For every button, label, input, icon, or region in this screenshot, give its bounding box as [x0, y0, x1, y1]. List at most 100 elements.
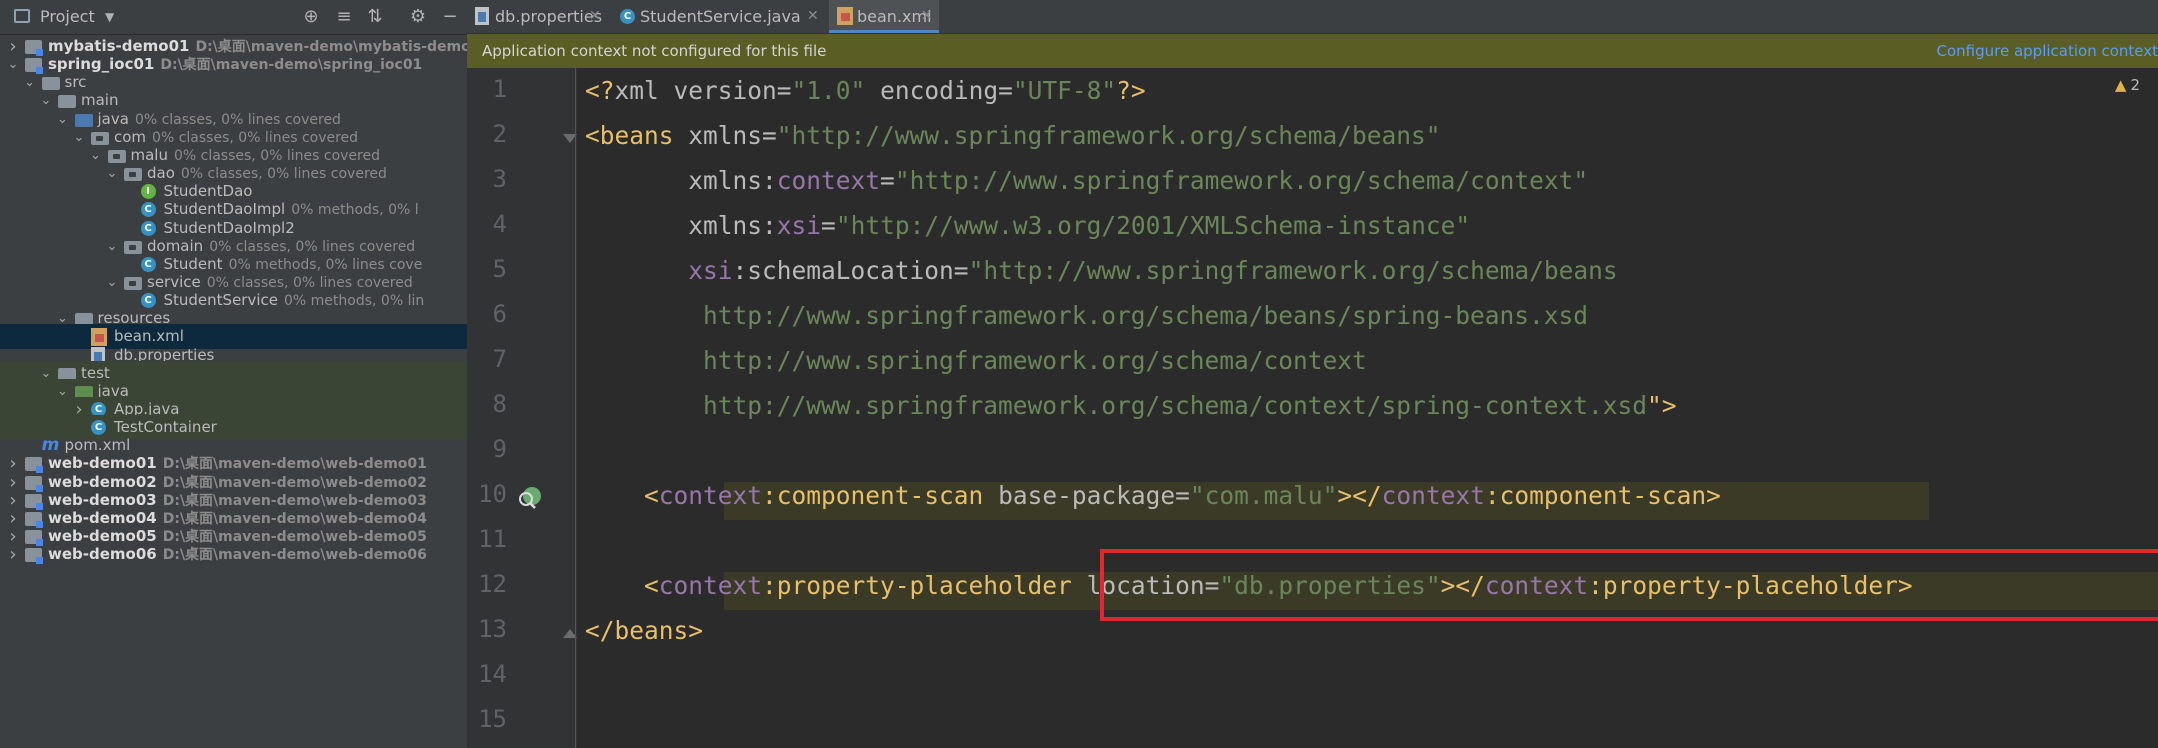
highlight-annotation-box: [1100, 549, 2158, 621]
code-token: :property-placeholder: [762, 571, 1087, 600]
editor-tabs: db.properties ✕ C StudentService.java ✕ bean.…: [467, 0, 2158, 34]
close-icon[interactable]: ✕: [921, 0, 933, 33]
warning-icon: ▲: [2114, 76, 2127, 94]
gutter-separator: [575, 68, 576, 748]
code-line[interactable]: </beans>: [585, 614, 703, 647]
code-line[interactable]: http://www.springframework.org/schema/co…: [585, 344, 1367, 377]
gear-icon[interactable]: ⚙: [407, 6, 429, 28]
collapse-all-icon[interactable]: ⇅: [364, 6, 386, 28]
chevron-down-icon[interactable]: ▼: [105, 0, 114, 34]
locate-icon[interactable]: ⊕: [300, 6, 322, 28]
code-token: xmlns:: [688, 166, 777, 195]
line-number: 7: [492, 345, 507, 373]
banner-message: Application context not configured for t…: [482, 42, 827, 60]
line-number: 13: [478, 615, 507, 643]
code-token: "http://www.springframework.org/schema/c…: [894, 166, 1589, 195]
code-line[interactable]: <beans xmlns="http://www.springframework…: [585, 119, 1441, 152]
maven-icon: m: [41, 435, 60, 456]
project-panel-title[interactable]: Project: [40, 0, 95, 34]
code-token: encoding: [865, 76, 999, 105]
code-token: xsi: [688, 256, 733, 285]
code-token: =: [953, 256, 969, 285]
code-token: =: [776, 76, 792, 105]
code-token: xmlns:: [688, 211, 777, 240]
inspection-widget[interactable]: ▲ 2: [2115, 76, 2140, 94]
line-number: 2: [492, 120, 507, 148]
line-number: 8: [492, 390, 507, 418]
code-token: xml version: [614, 76, 777, 105]
chevron-right-icon[interactable]: ›: [6, 542, 20, 567]
code-line[interactable]: xmlns:context="http://www.springframewor…: [585, 164, 1588, 197]
code-token: context: [658, 481, 763, 510]
code-token: =: [1175, 481, 1190, 510]
editor-area: db.properties ✕ C StudentService.java ✕ bean.…: [467, 0, 2158, 748]
project-view-icon: [14, 9, 30, 23]
code-token: ></: [1337, 481, 1382, 510]
editor-tab[interactable]: C StudentService.java ✕: [612, 0, 825, 33]
project-panel-header: Project ▼ ⊕ ≡ ⇅ ⚙ −: [0, 0, 467, 35]
editor-gutter: 1 2 3 4 5 6 7 8 9 10 11 12 13 14 15: [467, 68, 577, 748]
editor-tab-label: db.properties: [495, 7, 603, 26]
minimize-icon[interactable]: −: [439, 6, 461, 28]
editor-tab[interactable]: db.properties ✕: [467, 0, 607, 33]
code-token: http://www.springframework.org/schema/co…: [585, 346, 1367, 375]
editor-tab[interactable]: bean.xml ✕: [829, 0, 939, 33]
class-icon: C: [620, 9, 635, 24]
expand-all-icon[interactable]: ≡: [333, 6, 355, 28]
code-token: =: [762, 121, 777, 150]
line-number: 1: [492, 75, 507, 103]
close-icon[interactable]: ✕: [589, 0, 601, 33]
code-token: "http://www.springframework.org/schema/b…: [968, 256, 1618, 285]
code-token: http://www.springframework.org/schema/co…: [585, 391, 1648, 420]
line-number: 3: [492, 165, 507, 193]
code-token: context: [776, 166, 881, 195]
code-token: <beans: [585, 121, 689, 150]
tree-item[interactable]: › web-demo06 D:\桌面\maven-demo\web-demo06: [0, 542, 467, 567]
code-token: =: [821, 211, 836, 240]
code-token: <: [644, 571, 659, 600]
tree-item-label: web-demo06 D:\桌面\maven-demo\web-demo06: [48, 545, 427, 564]
code-token: ?>: [1116, 76, 1146, 105]
code-line[interactable]: xmlns:xsi="http://www.w3.org/2001/XMLSch…: [585, 209, 1470, 242]
code-line[interactable]: xsi:schemaLocation="http://www.springfra…: [585, 254, 1618, 287]
line-number: 6: [492, 300, 507, 328]
code-token: <?: [585, 76, 615, 105]
line-number: 9: [492, 435, 507, 463]
code-line[interactable]: <?xml version="1.0" encoding="UTF-8"?>: [585, 74, 1146, 107]
code-token: xsi: [776, 211, 822, 240]
tree-item-hint: D:\桌面\maven-demo\web-demo06: [162, 547, 427, 564]
code-token: "http://www.w3.org/2001/XMLSchema-instan…: [835, 211, 1471, 240]
configure-context-link[interactable]: Configure application context: [1936, 34, 2158, 68]
line-number: 4: [492, 210, 507, 238]
code-token: =: [880, 166, 895, 195]
line-number: 11: [478, 525, 507, 553]
code-line[interactable]: <context:component-scan base-package="co…: [585, 479, 1721, 512]
line-number: 14: [478, 660, 507, 688]
line-number: 5: [492, 255, 507, 283]
code-token: ">: [1647, 391, 1677, 420]
code-token: http://www.springframework.org/schema/be…: [585, 301, 1589, 330]
line-number: 15: [478, 705, 507, 733]
module-icon: [25, 548, 43, 565]
line-number: 12: [478, 570, 507, 598]
project-tool-window: Project ▼ ⊕ ≡ ⇅ ⚙ − › mybatis-demo01 D:\桌面…: [0, 0, 467, 748]
notification-banner: Application context not configured for t…: [467, 34, 2158, 68]
properties-icon: [475, 7, 489, 25]
close-icon[interactable]: ✕: [807, 0, 819, 33]
code-token: :component-scan>: [1484, 481, 1721, 510]
code-token: context: [658, 571, 763, 600]
xml-icon: [837, 7, 853, 25]
code-token: =: [998, 76, 1013, 105]
code-line[interactable]: http://www.springframework.org/schema/be…: [585, 299, 1588, 332]
code-token: </beans>: [585, 616, 704, 645]
code-token: "http://www.springframework.org/schema/b…: [776, 121, 1441, 150]
code-token: :schemaLocation: [732, 256, 954, 285]
spring-bean-icon[interactable]: [517, 484, 543, 510]
code-line[interactable]: http://www.springframework.org/schema/co…: [585, 389, 1677, 422]
code-token: <: [644, 481, 659, 510]
